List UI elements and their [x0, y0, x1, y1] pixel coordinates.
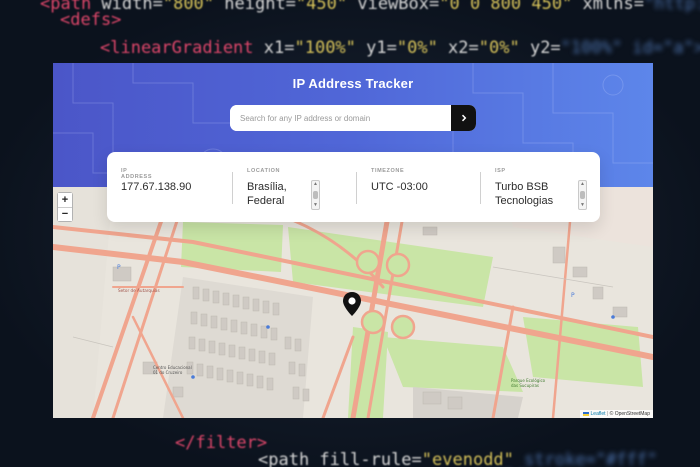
zoom-in-button[interactable]: + — [58, 193, 72, 207]
location-pin-icon — [343, 292, 361, 316]
divider — [356, 172, 357, 204]
svg-text:Setor de Autarquias: Setor de Autarquias — [118, 288, 160, 293]
divider — [480, 172, 481, 204]
info-label: ISP — [495, 168, 506, 174]
ip-tracker-app: IP Address Tracker IP ADDRESS 177.67.138… — [53, 63, 653, 418]
leaflet-link[interactable]: Leaflet — [591, 411, 606, 417]
zoom-controls: + − — [57, 192, 73, 222]
info-value: 177.67.138.90 — [121, 181, 192, 193]
svg-text:P: P — [117, 264, 121, 271]
code-line: <path width="800" height="450" viewBox="… — [40, 0, 700, 14]
code-line: <defs> — [60, 10, 122, 30]
svg-text:das Sucupiras: das Sucupiras — [511, 383, 539, 388]
ukraine-flag-icon — [583, 411, 590, 416]
search-input[interactable] — [230, 105, 451, 131]
zoom-out-button[interactable]: − — [58, 207, 72, 221]
app-title: IP Address Tracker — [292, 76, 414, 91]
location-scrollbar[interactable]: ▲ ▼ — [311, 180, 320, 210]
code-line: </filter> — [175, 433, 268, 453]
info-panel: IP ADDRESS 177.67.138.90 LOCATION Brasíl… — [107, 152, 600, 222]
search-button[interactable] — [451, 105, 476, 131]
map-attribution: Leaflet | © OpenStreetMap — [580, 410, 653, 418]
info-value: Turbo BSB Tecnologias — [495, 181, 554, 207]
osm-credit: © OpenStreetMap — [609, 411, 650, 417]
chevron-right-icon — [461, 114, 466, 122]
info-value: Brasília, Federal — [247, 181, 287, 207]
isp-scrollbar[interactable]: ▲ ▼ — [578, 180, 587, 210]
code-line: <linearGradient x1="100%" y1="0%" x2="0%… — [100, 38, 700, 58]
code-line: <path fill-rule="evenodd" stroke="#fff" — [258, 450, 658, 467]
info-value: UTC -03:00 — [371, 181, 428, 193]
search-bar — [230, 105, 476, 131]
info-label: IP ADDRESS — [121, 168, 153, 180]
attribution-separator: | — [606, 411, 609, 417]
divider — [232, 172, 233, 204]
svg-text:01 do Cruzeiro: 01 do Cruzeiro — [153, 370, 183, 375]
info-label: LOCATION — [247, 168, 281, 174]
svg-text:P: P — [571, 292, 575, 299]
info-label: TIMEZONE — [371, 168, 405, 174]
